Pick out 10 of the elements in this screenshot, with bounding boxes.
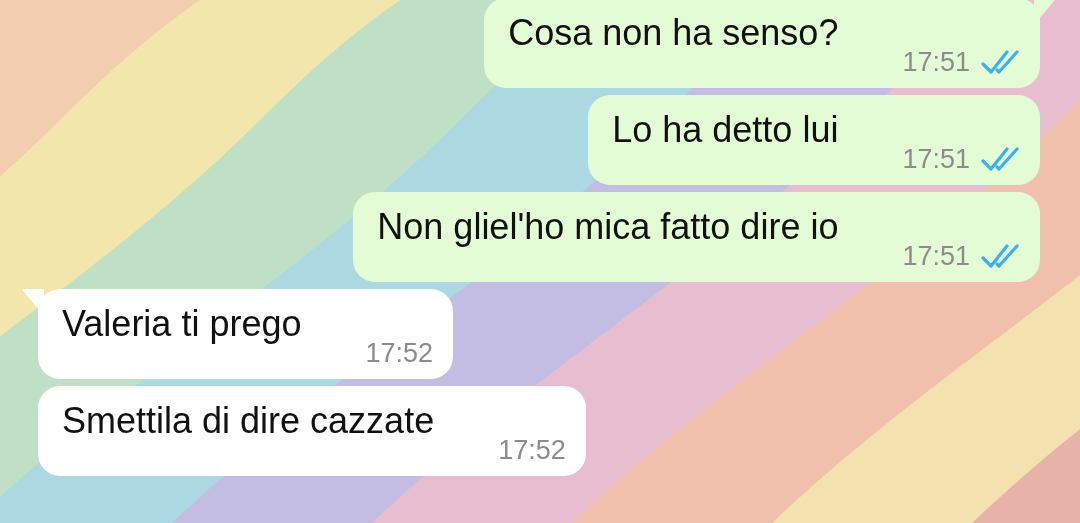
message-text: Smettila di dire cazzate <box>62 400 435 442</box>
message-text: Non gliel'ho mica fatto dire io <box>377 206 839 248</box>
message-time: 17:51 <box>902 47 970 78</box>
message-text: Valeria ti prego <box>62 303 302 345</box>
message-time: 17:52 <box>365 338 434 369</box>
message-time: 17:51 <box>902 241 970 272</box>
message-text: Lo ha detto lui <box>612 109 839 151</box>
message-time: 17:52 <box>498 435 566 466</box>
message-time: 17:51 <box>902 144 970 175</box>
message-text: Cosa non ha senso? <box>508 12 839 54</box>
